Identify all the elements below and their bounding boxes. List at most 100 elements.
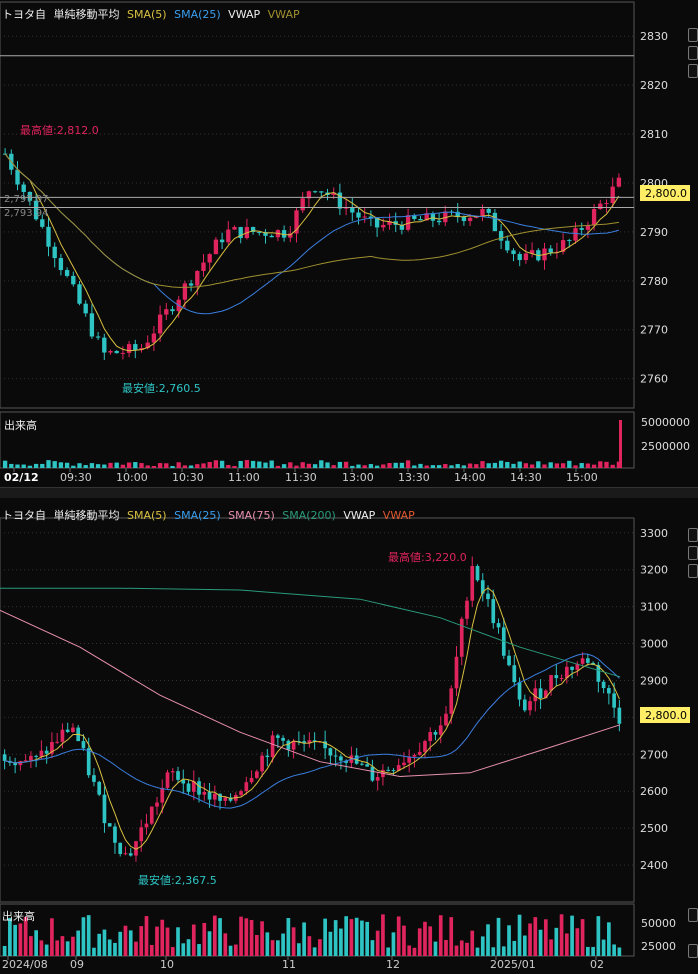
sma5-legend[interactable]: SMA(5) <box>127 8 167 21</box>
vwap-legend-2[interactable]: VWAP <box>268 8 300 21</box>
candle-body <box>270 735 275 758</box>
daily-header: トヨタ自 単純移動平均 SMA(5) SMA(25) SMA(75) SMA(2… <box>2 507 415 523</box>
candle-body <box>164 309 169 315</box>
price-tick-label: 3200 <box>640 564 668 577</box>
candle-body <box>254 771 259 778</box>
time-tick-label: 10:00 <box>116 471 148 484</box>
sma5-legend[interactable]: SMA(5) <box>127 509 167 522</box>
volume-bar <box>444 940 448 956</box>
panel-control-icon[interactable] <box>688 944 698 958</box>
price-tick-label: 2400 <box>640 859 668 872</box>
candle-body <box>362 216 367 218</box>
volume-bar <box>423 921 427 956</box>
volume-bar <box>343 461 349 468</box>
volume-bar <box>349 919 354 956</box>
sma25-legend[interactable]: SMA(25) <box>174 509 221 522</box>
volume-bar <box>2 460 8 468</box>
vwap-legend-2[interactable]: VWAP <box>383 509 415 522</box>
price-tick-label: 2770 <box>640 324 668 337</box>
volume-bar <box>362 465 367 468</box>
volume-bar <box>297 943 301 956</box>
candle-body <box>128 853 133 856</box>
volume-bar <box>275 465 281 468</box>
volume-bar <box>151 465 157 468</box>
sma200-legend[interactable]: SMA(200) <box>282 509 336 522</box>
volume-bar <box>176 462 181 468</box>
volume-bar <box>108 462 113 468</box>
volume-bar <box>486 463 491 468</box>
volume-bar <box>254 935 259 956</box>
candle-body <box>65 729 70 732</box>
candle-body <box>46 226 51 247</box>
volume-bar <box>449 465 454 468</box>
indicator-group-label: 単純移動平均 <box>53 509 120 522</box>
volume-bar <box>512 940 517 956</box>
volume-bar <box>492 462 498 468</box>
candle-body <box>71 727 75 732</box>
volume-bar <box>517 914 522 956</box>
volume-bar <box>325 462 330 468</box>
candle-body <box>491 599 496 624</box>
price-tick-label: 2700 <box>640 748 668 761</box>
time-tick-label: 10:30 <box>172 471 204 484</box>
volume-bar <box>486 924 490 956</box>
vwap-legend[interactable]: VWAP <box>343 509 375 522</box>
volume-spike-bar <box>619 420 622 468</box>
sma25-legend[interactable]: SMA(25) <box>174 8 221 21</box>
volume-bar <box>607 922 611 956</box>
volume-bar <box>286 918 291 956</box>
panel-control-icon[interactable] <box>688 528 698 542</box>
volume-bar <box>498 460 504 468</box>
volume-bar <box>360 920 364 956</box>
candle-body <box>34 755 38 757</box>
sma75-legend[interactable]: SMA(75) <box>228 509 275 522</box>
candle-body <box>573 228 578 241</box>
intraday-chart-svg[interactable]: 283028202810280027902780277027602,797.07… <box>0 0 698 487</box>
panel-control-icon[interactable] <box>688 28 698 42</box>
vwap-legend[interactable]: VWAP <box>228 8 260 21</box>
volume-bar <box>424 465 429 468</box>
volume-bar <box>579 463 584 468</box>
candle-body <box>433 732 438 735</box>
volume-bar <box>436 465 442 468</box>
volume-bar <box>13 924 17 956</box>
volume-bar <box>387 463 392 468</box>
volume-bar <box>81 917 86 956</box>
candle-body <box>123 853 128 855</box>
volume-bar <box>260 921 264 956</box>
panel-control-icon[interactable] <box>688 908 698 922</box>
volume-bar <box>263 462 268 468</box>
volume-bar <box>113 942 117 956</box>
sma5-line <box>4 587 620 850</box>
volume-bar <box>554 927 559 956</box>
candle-body <box>300 198 305 211</box>
volume-bar <box>9 463 14 468</box>
volume-bar <box>596 916 601 956</box>
volume-bar <box>269 460 274 468</box>
panel-control-icon[interactable] <box>688 64 698 78</box>
panel-control-icon[interactable] <box>688 564 698 578</box>
candle-body <box>610 186 615 204</box>
time-tick-label: 14:30 <box>510 471 542 484</box>
price-tick-label: 2790 <box>640 226 668 239</box>
candle-body <box>188 283 194 286</box>
candle-body <box>212 793 217 800</box>
daily-chart-svg[interactable]: 3300320031003000290028002700260025002400… <box>0 498 698 974</box>
time-tick-label: 11:30 <box>285 471 317 484</box>
candle-body <box>459 618 464 657</box>
volume-bar <box>501 946 506 956</box>
volume-bar <box>573 465 578 468</box>
panel-control-icon[interactable] <box>688 546 698 560</box>
candle-body <box>470 566 475 601</box>
volume-bar <box>102 929 107 956</box>
candle-body <box>286 740 291 750</box>
volume-bar <box>337 461 343 468</box>
volume-bar <box>449 917 454 956</box>
volume-bar <box>86 915 91 956</box>
panel-control-icon[interactable] <box>688 46 698 60</box>
volume-bar <box>77 463 82 468</box>
volume-bar <box>402 925 406 956</box>
candle-body <box>160 787 165 803</box>
volume-bar <box>354 917 359 956</box>
candle-body <box>386 769 391 771</box>
